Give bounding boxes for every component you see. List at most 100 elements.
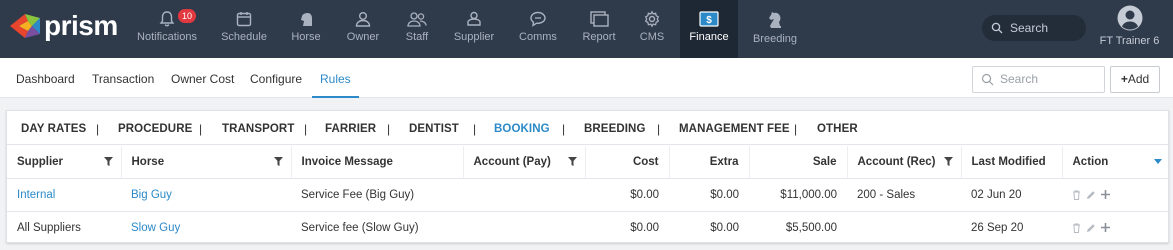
cell-sale: $5,500.00 [785,221,837,234]
tab-farrier[interactable]: FARRIER [325,111,376,147]
tab-dentist[interactable]: DENTIST [409,111,459,147]
filter-icon[interactable] [103,157,113,166]
tab-management-fee[interactable]: MANAGEMENT FEE [679,111,790,147]
nav-label: Breeding [752,33,798,45]
cell-supplier[interactable]: Internal [7,178,121,212]
caret-down-icon[interactable] [1154,159,1162,164]
nav-schedule[interactable]: Schedule [212,0,276,58]
table-row[interactable]: All Suppliers Slow Guy Service fee (Slow… [7,211,1168,244]
filter-icon[interactable] [273,157,283,166]
user-menu[interactable]: FT Trainer 6 [1086,5,1173,55]
nav-label: Schedule [221,31,267,43]
cell-extra: $0.00 [669,178,749,212]
cell-actions [1062,211,1168,244]
gear-icon [644,10,660,28]
nav-supplier[interactable]: Supplier [450,0,498,58]
nav-staff[interactable]: Staff [394,0,440,58]
column-header-supplier[interactable]: Supplier [7,146,122,179]
table-header-row: Supplier Horse Invoice Message Account (… [7,146,1168,179]
tab-separator: | [657,122,661,136]
prism-logo[interactable]: prism [8,9,118,43]
rules-search-placeholder: Search [1000,72,1039,86]
chess-knight-icon [769,12,781,28]
column-header-horse[interactable]: Horse [121,146,292,179]
nav-notifications[interactable]: 10 Notifications [132,0,202,58]
svg-text:$: $ [706,15,712,26]
nav-finance[interactable]: $ Finance [680,0,738,58]
owner-icon [355,12,371,27]
cell-horse[interactable]: Slow Guy [121,211,291,244]
cell-sale: $11,000.00 [749,178,847,212]
tab-separator: | [387,122,391,136]
nav-report[interactable]: Report [576,0,622,58]
column-header-last-modified[interactable]: Last Modified [961,146,1063,179]
tab-booking[interactable]: BOOKING [494,111,550,147]
tab-breeding[interactable]: BREEDING [584,111,646,147]
tab-owner-cost[interactable]: Owner Cost [171,58,234,98]
column-header-sale[interactable]: Sale [749,146,848,179]
column-header-extra[interactable]: Extra [669,146,750,179]
nav-comms[interactable]: Comms [514,0,562,58]
supplier-link[interactable]: Internal [17,189,55,201]
nav-horse[interactable]: Horse [282,0,330,58]
edit-icon[interactable] [1086,190,1096,200]
add-button[interactable]: +Add [1110,66,1160,93]
rules-search-input[interactable]: Search [972,66,1105,93]
column-header-label: Account (Pay) [473,155,551,168]
tab-separator: | [794,122,798,136]
horse-link[interactable]: Slow Guy [131,222,180,234]
cell-extra: $0.00 [710,221,739,234]
add-icon[interactable] [1101,190,1110,199]
tab-dashboard[interactable]: Dashboard [16,58,75,98]
nav-label: Report [582,31,616,43]
column-header-label: Supplier [17,155,64,168]
nav-owner[interactable]: Owner [338,0,388,58]
tab-procedure[interactable]: PROCEDURE [118,111,192,147]
global-search-placeholder: Search [1010,21,1049,35]
cell-cost: $0.00 [630,221,659,234]
bell-icon [159,11,175,27]
add-icon[interactable] [1101,223,1110,233]
tab-configure[interactable]: Configure [250,58,302,98]
nav-breeding[interactable]: Breeding [746,0,804,58]
cell-account-rec [847,211,961,244]
plus-icon: + [1120,72,1128,86]
tab-day-rates[interactable]: DAY RATES [21,111,86,147]
cell-horse[interactable]: Big Guy [121,178,291,212]
column-header-invoice-message[interactable]: Invoice Message [291,146,464,179]
column-header-label: Horse [131,155,165,168]
column-header-cost[interactable]: Cost [585,146,670,179]
tab-transport[interactable]: TRANSPORT [222,111,294,147]
table-row[interactable]: Internal Big Guy Service Fee (Big Guy) $… [7,178,1168,212]
filter-icon[interactable] [943,157,953,166]
filter-icon[interactable] [567,157,577,166]
delete-icon[interactable] [1072,223,1081,233]
cell-actions [1062,178,1168,212]
tab-separator: | [473,122,477,136]
cell-invoice-message: Service fee (Slow Guy) [301,221,419,234]
tab-other[interactable]: OTHER [817,111,858,147]
edit-icon[interactable] [1086,223,1096,233]
supplier-icon [467,11,481,26]
tab-rules[interactable]: Rules [312,58,359,98]
cell-invoice-message: Service Fee (Big Guy) [291,178,463,212]
nav-label: CMS [639,31,665,43]
delete-icon[interactable] [1072,190,1081,200]
column-header-account-rec[interactable]: Account (Rec) [847,146,962,179]
top-navigation-bar: prism 10 Notifications Schedule Horse Ow… [0,0,1173,58]
global-search-input[interactable]: Search [982,15,1086,41]
search-icon [991,22,1003,34]
avatar [1117,5,1142,31]
column-header-account-pay[interactable]: Account (Pay) [463,146,586,179]
nav-label: Comms [519,31,557,43]
column-header-action[interactable]: Action [1062,146,1168,179]
dollar-icon: $ [699,11,719,27]
search-icon [981,73,994,86]
tab-transaction[interactable]: Transaction [92,58,154,98]
column-header-label: Action [1072,155,1109,168]
horse-link[interactable]: Big Guy [131,189,172,201]
user-name: FT Trainer 6 [1099,35,1160,47]
tab-separator: | [199,122,203,136]
brand-name: prism [44,10,118,41]
nav-cms[interactable]: CMS [630,0,674,58]
